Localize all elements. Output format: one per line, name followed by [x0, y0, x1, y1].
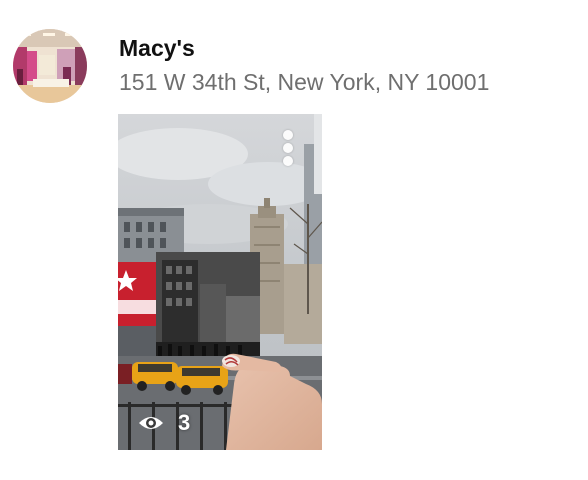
more-vertical-icon[interactable]: [278, 128, 298, 168]
story-card[interactable]: 3: [118, 114, 322, 450]
view-counter: 3: [138, 410, 190, 436]
place-name[interactable]: Macy's: [119, 35, 195, 62]
place-avatar[interactable]: [13, 29, 87, 103]
view-count: 3: [178, 410, 191, 435]
store-interior-image: [13, 29, 87, 103]
place-address[interactable]: 151 W 34th St, New York, NY 10001: [119, 69, 489, 96]
eye-icon: [139, 417, 163, 429]
place-header: Macy's 151 W 34th St, New York, NY 10001: [0, 0, 588, 110]
